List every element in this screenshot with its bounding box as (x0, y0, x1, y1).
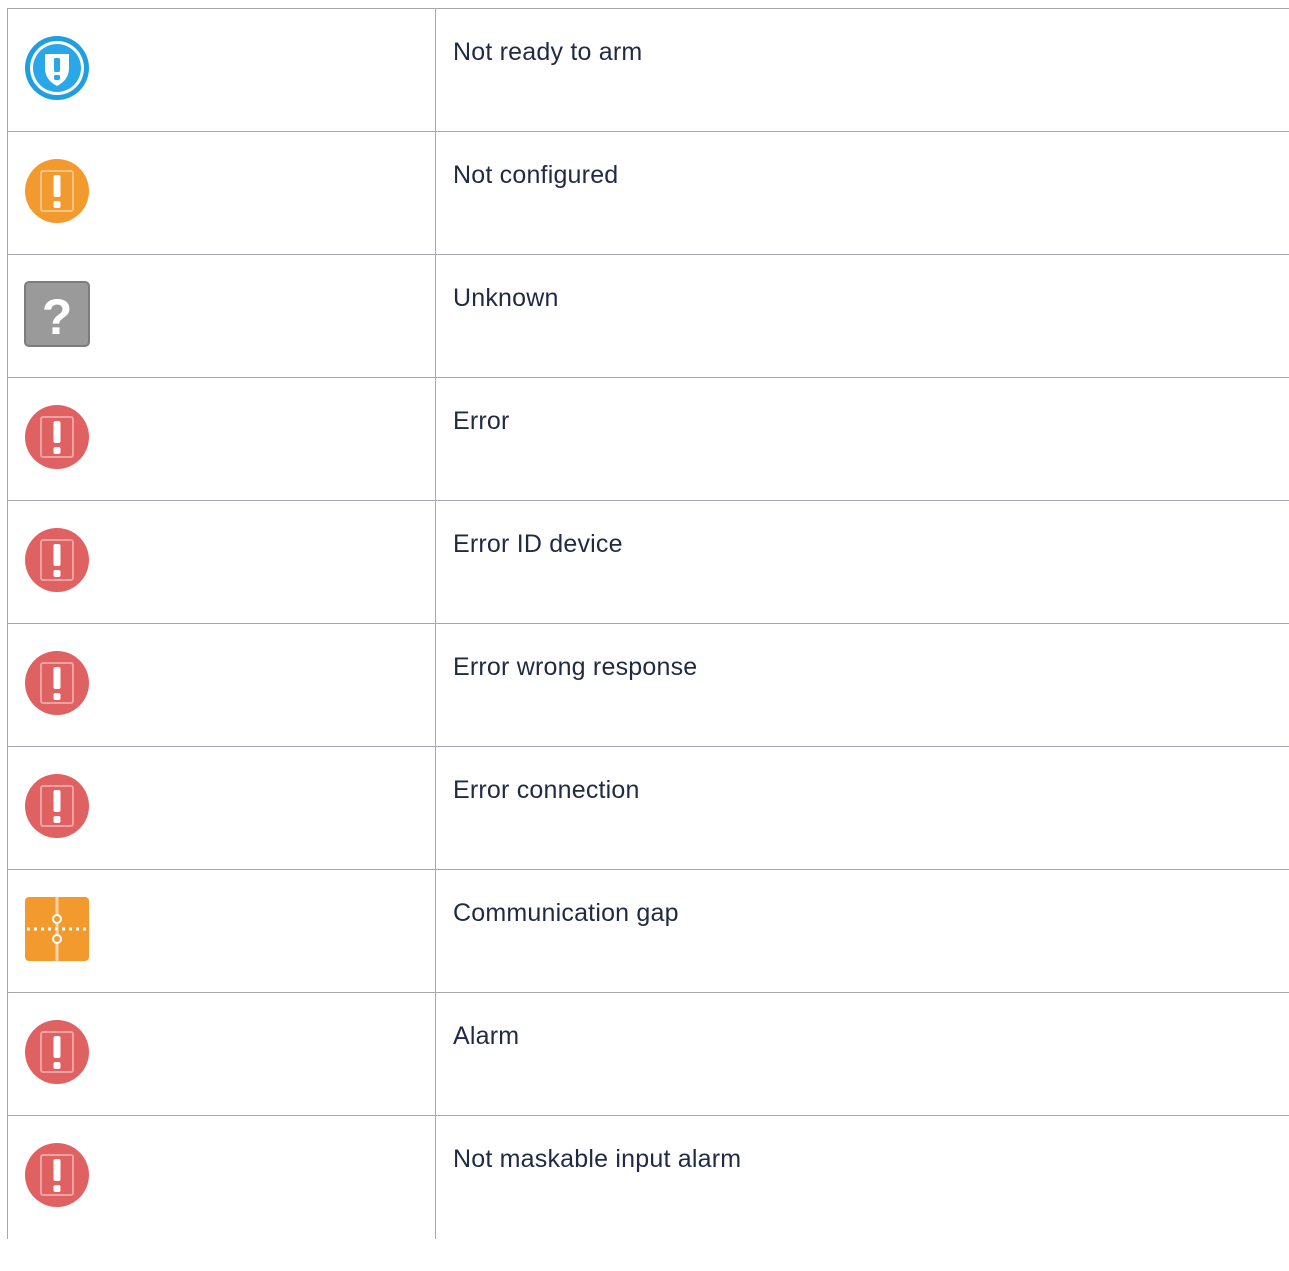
exclamation-red-icon (23, 403, 91, 471)
status-label: Error wrong response (435, 623, 1289, 747)
table-row: Not configured (7, 131, 1289, 255)
table-row: Communication gap (7, 869, 1289, 993)
exclamation-red-icon (23, 1141, 91, 1209)
question-gray-icon: ? (23, 280, 91, 348)
communication-gap-orange-icon (23, 895, 91, 963)
table-row: Not ready to arm (7, 8, 1289, 132)
status-label: Error ID device (435, 500, 1289, 624)
status-label: Error (435, 377, 1289, 501)
table-row: ? Unknown (7, 254, 1289, 378)
exclamation-red-icon (23, 649, 91, 717)
shield-exclamation-blue-icon (23, 34, 91, 102)
svg-text:?: ? (42, 289, 73, 345)
icon-cell (7, 1115, 436, 1239)
status-label: Alarm (435, 992, 1289, 1116)
table-row: Error ID device (7, 500, 1289, 624)
icon-cell (7, 746, 436, 870)
status-label: Unknown (435, 254, 1289, 378)
status-label: Communication gap (435, 869, 1289, 993)
exclamation-red-icon (23, 526, 91, 594)
table-row: Alarm (7, 992, 1289, 1116)
icon-cell: ? (7, 254, 436, 378)
status-label: Not configured (435, 131, 1289, 255)
status-legend-table: Not ready to arm Not configured ? Unknow… (7, 8, 1289, 1239)
icon-cell (7, 377, 436, 501)
table-row: Error connection (7, 746, 1289, 870)
icon-cell (7, 623, 436, 747)
status-label: Error connection (435, 746, 1289, 870)
icon-cell (7, 869, 436, 993)
exclamation-red-icon (23, 772, 91, 840)
table-row: Error wrong response (7, 623, 1289, 747)
icon-cell (7, 131, 436, 255)
exclamation-red-icon (23, 1018, 91, 1086)
icon-cell (7, 500, 436, 624)
status-label: Not ready to arm (435, 8, 1289, 132)
exclamation-orange-icon (23, 157, 91, 225)
icon-cell (7, 992, 436, 1116)
table-row: Error (7, 377, 1289, 501)
table-row: Not maskable input alarm (7, 1115, 1289, 1239)
icon-cell (7, 8, 436, 132)
status-label: Not maskable input alarm (435, 1115, 1289, 1239)
